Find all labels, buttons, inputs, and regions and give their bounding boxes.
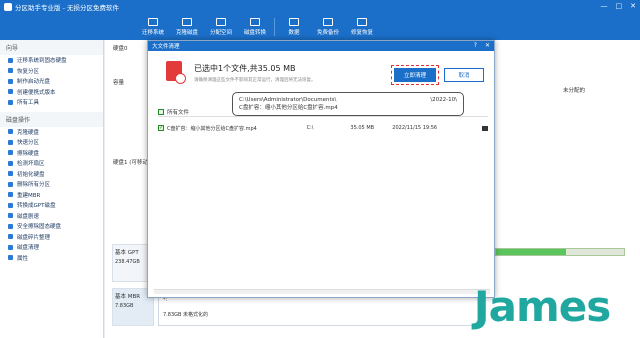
sidebar-section-disk-ops: 磁盘操作: [0, 111, 103, 127]
disk1-label: 硬盘1 (可移动): [113, 160, 151, 166]
file-name: C盘扩容：缩小其他分区给C盘扩容.mp4: [167, 125, 257, 132]
data-icon: [289, 18, 299, 26]
toolbar-repair-recover[interactable]: 修复恢复: [345, 14, 379, 40]
watermark-logo: James: [474, 282, 611, 331]
portable-icon: [8, 89, 13, 95]
help-icon[interactable]: ?: [474, 42, 477, 49]
header-checkbox[interactable]: [158, 108, 164, 115]
convert-icon: [250, 18, 260, 26]
close-icon[interactable]: ✕: [630, 2, 636, 10]
capacity-label: 容量: [113, 80, 125, 86]
sidebar-item-op[interactable]: 初始化硬盘: [0, 169, 103, 180]
clone-icon: [8, 129, 13, 135]
sidebar-item-op[interactable]: 磁盘剧速: [0, 211, 103, 222]
delete-icon: [8, 181, 13, 187]
sidebar-item-all-tools[interactable]: 所有工具: [0, 97, 103, 108]
disk0-label: 硬盘0: [113, 46, 128, 52]
row-checkbox[interactable]: ✓: [158, 125, 164, 131]
sidebar-item-op[interactable]: 安全擦除固态硬盘: [0, 221, 103, 232]
sidebar-item-recover-partition[interactable]: 恢复分区: [0, 66, 103, 77]
file-drive: C:\: [306, 125, 314, 131]
allocate-icon: [216, 18, 226, 26]
sidebar-item-boot-disc[interactable]: 制作启动光盘: [0, 76, 103, 87]
maximize-icon[interactable]: □: [616, 2, 623, 10]
sidebar-item-op[interactable]: 克隆硬盘: [0, 127, 103, 138]
horizontal-scrollbar[interactable]: [154, 289, 490, 294]
check-icon: [8, 160, 13, 166]
title-bar: 分区助手专业版 - 无损分区免费软件 — □ ✕: [0, 0, 640, 14]
erase-icon: [8, 150, 13, 156]
window-title: 分区助手专业版 - 无损分区免费软件: [15, 4, 119, 12]
dialog-title: 大文件清理: [152, 44, 180, 50]
sidebar-item-op[interactable]: 快速分区: [0, 137, 103, 148]
dialog-close-icon[interactable]: ✕: [485, 42, 490, 49]
sidebar-item-op[interactable]: 磁盘清理: [0, 242, 103, 253]
toolbar-clone-disk[interactable]: 克隆磁盘: [170, 14, 204, 40]
dialog-title-bar: 大文件清理 ? ✕: [148, 41, 494, 51]
sidebar-item-op[interactable]: 擦除硬盘: [0, 148, 103, 159]
recover-icon: [8, 68, 13, 74]
app-logo-icon: [4, 3, 12, 11]
init-icon: [8, 171, 13, 177]
file-date: 2022/11/15 19:56: [392, 125, 438, 131]
toolbar: 迁移系统 克隆磁盘 分配空间 磁盘转换 数据 免费备份 修复恢复: [0, 14, 640, 40]
path-tooltip: C:\Users\Administrator\Documents\ C盘扩容：缩…: [232, 92, 464, 116]
toolbar-data[interactable]: 数据: [277, 14, 311, 40]
sidebar-item-op[interactable]: 重建MBR: [0, 190, 103, 201]
properties-icon: [8, 255, 13, 261]
all-files-header: 所有文件: [167, 109, 190, 116]
sidebar-item-portable[interactable]: 创建便携式版本: [0, 87, 103, 98]
warning-text: 请确保清理这些文件不影响其正常运行，清理后将无法恢复。: [194, 78, 316, 83]
disk0-partition-bar[interactable]: [495, 248, 625, 256]
sidebar-item-op[interactable]: 属性: [0, 253, 103, 264]
folder-icon[interactable]: [482, 125, 488, 131]
disc-icon: [8, 78, 13, 84]
tooltip-path: C:\Users\Administrator\Documents\: [239, 97, 337, 103]
sidebar-item-op[interactable]: 磁盘碎片整理: [0, 232, 103, 243]
defrag-icon: [8, 234, 13, 240]
toolbar-migrate-system[interactable]: 迁移系统: [136, 14, 170, 40]
selected-summary: 已选中1个文件,共35.05 MB: [194, 64, 296, 73]
sidebar-item-op[interactable]: 检测坏扇区: [0, 158, 103, 169]
toolbar-disk-convert[interactable]: 磁盘转换: [238, 14, 272, 40]
toolbar-free-backup[interactable]: 免费备份: [311, 14, 345, 40]
migrate-icon: [8, 57, 13, 63]
large-file-cleanup-dialog: 大文件清理 ? ✕ 已选中1个文件,共35.05 MB 请确保清理这些文件不影响…: [147, 40, 495, 298]
tooltip-filename: C盘扩容：缩小其他分区给C盘扩容.mp4: [239, 105, 338, 111]
repair-icon: [357, 18, 367, 26]
clean-now-button[interactable]: 立即清理: [391, 65, 439, 85]
mbr-icon: [8, 192, 13, 198]
file-size: 35.05 MB: [350, 125, 375, 131]
sidebar: 向导 迁移系统到固态硬盘 恢复分区 制作启动光盘 创建便携式版本 所有工具 磁盘…: [0, 40, 104, 338]
sidebar-section-wizard: 向导: [0, 40, 103, 55]
secure-erase-icon: [8, 223, 13, 229]
tooltip-date: \2022-10\: [430, 97, 457, 103]
backup-icon: [323, 18, 333, 26]
sidebar-item-migrate-ssd[interactable]: 迁移系统到固态硬盘: [0, 55, 103, 66]
partition-icon: [8, 139, 13, 145]
sidebar-item-op[interactable]: 删除所有分区: [0, 179, 103, 190]
cancel-button[interactable]: 取消: [444, 68, 484, 82]
cleanup-icon: [8, 244, 13, 250]
tools-icon: [8, 99, 13, 105]
unallocated-label: 未分配的: [563, 88, 586, 94]
gpt-icon: [8, 202, 13, 208]
speed-icon: [8, 213, 13, 219]
file-cleanup-icon: [166, 61, 186, 84]
migrate-icon: [148, 18, 158, 26]
clone-icon: [182, 18, 192, 26]
sidebar-item-op[interactable]: 转换成GPT磁盘: [0, 200, 103, 211]
table-row[interactable]: ✓ C盘扩容：缩小其他分区给C盘扩容.mp4 C:\ 35.05 MB 2022…: [158, 123, 488, 133]
toolbar-allocate-space[interactable]: 分配空间: [204, 14, 238, 40]
minimize-icon[interactable]: —: [601, 2, 608, 10]
